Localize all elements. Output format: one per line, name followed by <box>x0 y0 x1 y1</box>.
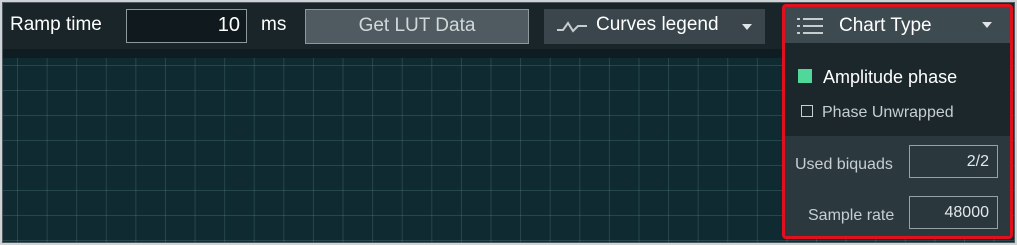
phase-unwrapped-label: Phase Unwrapped <box>822 104 954 121</box>
chart-type-options: Amplitude phase Phase Unwrapped <box>785 43 1010 136</box>
chevron-down-icon <box>982 22 992 28</box>
chart-type-title: Chart Type <box>839 15 932 36</box>
used-biquads-field[interactable]: 2/2 <box>909 145 998 178</box>
curves-legend-label: Curves legend <box>596 14 719 35</box>
amplitude-phase-checkbox[interactable] <box>798 69 812 83</box>
sample-rate-field[interactable]: 48000 <box>909 196 998 229</box>
ramp-unit-label: ms <box>261 14 287 35</box>
curves-legend-button[interactable]: Curves legend <box>544 9 765 44</box>
phase-unwrapped-checkbox[interactable] <box>801 105 813 117</box>
get-lut-data-button[interactable]: Get LUT Data <box>305 9 529 44</box>
chart-type-panel: Chart Type Amplitude phase Phase Unwrapp… <box>782 4 1013 239</box>
ramp-time-input[interactable]: 10 <box>126 9 247 43</box>
option-phase-unwrapped[interactable]: Phase Unwrapped <box>785 87 1010 127</box>
used-biquads-label: Used biquads <box>795 156 893 173</box>
wave-icon <box>557 21 587 33</box>
option-amplitude-phase[interactable]: Amplitude phase <box>785 43 1010 87</box>
amplitude-phase-label: Amplitude phase <box>823 67 958 87</box>
list-menu-icon <box>797 18 823 34</box>
chevron-down-icon <box>742 24 752 30</box>
chart-type-header[interactable]: Chart Type <box>785 7 1010 43</box>
ramp-time-label: Ramp time <box>10 14 102 35</box>
sample-rate-label: Sample rate <box>808 207 895 224</box>
